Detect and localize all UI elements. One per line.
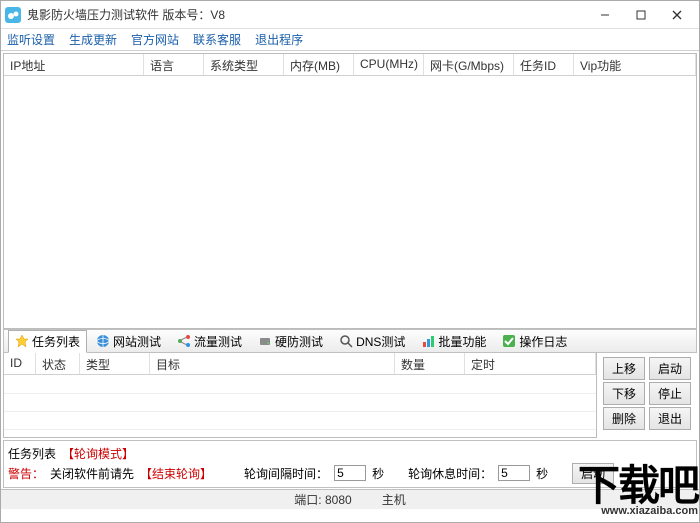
warn-label: 警告：	[8, 465, 44, 482]
warn-text1: 关闭软件前请先	[50, 465, 134, 482]
tab-label: 批量功能	[438, 333, 486, 350]
col-timer[interactable]: 定时	[465, 353, 596, 374]
chart-icon	[421, 334, 435, 348]
status-bar: 端口: 8080 主机	[1, 489, 699, 509]
stop-button[interactable]: 停止	[649, 382, 691, 405]
task-grid-header: ID 状态 类型 目标 数量 定时	[4, 353, 596, 375]
bot-list-grid: IP地址 语言 系统类型 内存(MB) CPU(MHz) 网卡(G/Mbps) …	[3, 53, 697, 329]
menu-listen[interactable]: 监听设置	[7, 31, 55, 48]
titlebar: 鬼影防火墙压力测试软件 版本号：V8	[1, 1, 699, 29]
poll-start-button[interactable]: 启动	[572, 463, 614, 484]
task-area: ID 状态 类型 目标 数量 定时 上移 启动 下移 停止 删除 退出	[3, 353, 697, 438]
status-port: 端口: 8080	[294, 491, 351, 508]
rest-input[interactable]	[498, 465, 530, 481]
col-ip[interactable]: IP地址	[4, 54, 144, 75]
tab-label: 流量测试	[194, 333, 242, 350]
tab-strip: 任务列表 网站测试 流量测试 硬防测试 DNS测试 批量功能 操作日志	[3, 329, 697, 353]
share-icon	[177, 334, 191, 348]
task-side-buttons: 上移 启动 下移 停止 删除 退出	[597, 353, 697, 438]
tab-webtest[interactable]: 网站测试	[89, 330, 168, 353]
menu-update[interactable]: 生成更新	[69, 31, 117, 48]
check-icon	[502, 334, 516, 348]
minimize-button[interactable]	[587, 4, 623, 26]
menu-exit[interactable]: 退出程序	[255, 31, 303, 48]
delete-button[interactable]: 删除	[603, 407, 645, 430]
col-target[interactable]: 目标	[150, 353, 395, 374]
exit-button[interactable]: 退出	[649, 407, 691, 430]
col-lang[interactable]: 语言	[144, 54, 204, 75]
close-button[interactable]	[659, 4, 695, 26]
tab-label: 网站测试	[113, 333, 161, 350]
bot-list-header: IP地址 语言 系统类型 内存(MB) CPU(MHz) 网卡(G/Mbps) …	[4, 54, 696, 76]
col-os[interactable]: 系统类型	[204, 54, 284, 75]
menu-support[interactable]: 联系客服	[193, 31, 241, 48]
globe-icon	[96, 334, 110, 348]
app-icon	[5, 7, 21, 23]
disk-icon	[258, 334, 272, 348]
move-down-button[interactable]: 下移	[603, 382, 645, 405]
menu-website[interactable]: 官方网站	[131, 31, 179, 48]
rest-unit: 秒	[536, 465, 548, 482]
star-icon	[15, 334, 29, 348]
tab-tasklist[interactable]: 任务列表	[8, 330, 87, 353]
start-button[interactable]: 启动	[649, 357, 691, 380]
tab-dnstest[interactable]: DNS测试	[332, 330, 412, 353]
tasklist-label: 任务列表	[8, 445, 56, 462]
col-taskid[interactable]: 任务ID	[514, 54, 574, 75]
rest-label: 轮询休息时间：	[408, 465, 492, 482]
tab-batch[interactable]: 批量功能	[414, 330, 493, 353]
menubar: 监听设置 生成更新 官方网站 联系客服 退出程序	[1, 29, 699, 51]
tab-log[interactable]: 操作日志	[495, 330, 574, 353]
tab-label: DNS测试	[356, 333, 405, 350]
bot-list-body[interactable]	[4, 76, 696, 328]
interval-input[interactable]	[334, 465, 366, 481]
col-nic[interactable]: 网卡(G/Mbps)	[424, 54, 514, 75]
task-grid-body[interactable]	[4, 375, 596, 437]
polling-panel: 任务列表 【轮询模式】 警告： 关闭软件前请先 【结束轮询】 轮询间隔时间： 秒…	[3, 440, 697, 488]
col-vip[interactable]: Vip功能	[574, 54, 696, 75]
tab-label: 操作日志	[519, 333, 567, 350]
col-status[interactable]: 状态	[36, 353, 80, 374]
move-up-button[interactable]: 上移	[603, 357, 645, 380]
interval-label: 轮询间隔时间：	[244, 465, 328, 482]
search-icon	[339, 334, 353, 348]
col-count[interactable]: 数量	[395, 353, 465, 374]
col-cpu[interactable]: CPU(MHz)	[354, 54, 424, 75]
col-id[interactable]: ID	[4, 353, 36, 374]
interval-unit: 秒	[372, 465, 384, 482]
maximize-button[interactable]	[623, 4, 659, 26]
tab-harddef[interactable]: 硬防测试	[251, 330, 330, 353]
task-grid: ID 状态 类型 目标 数量 定时	[3, 353, 597, 438]
status-host: 主机	[382, 491, 406, 508]
window-title: 鬼影防火墙压力测试软件 版本号：V8	[27, 6, 587, 23]
tab-label: 硬防测试	[275, 333, 323, 350]
tab-label: 任务列表	[32, 333, 80, 350]
col-type[interactable]: 类型	[80, 353, 150, 374]
col-mem[interactable]: 内存(MB)	[284, 54, 354, 75]
mode-label: 【轮询模式】	[62, 445, 134, 462]
warn-text2: 【结束轮询】	[140, 465, 212, 482]
tab-flowtest[interactable]: 流量测试	[170, 330, 249, 353]
